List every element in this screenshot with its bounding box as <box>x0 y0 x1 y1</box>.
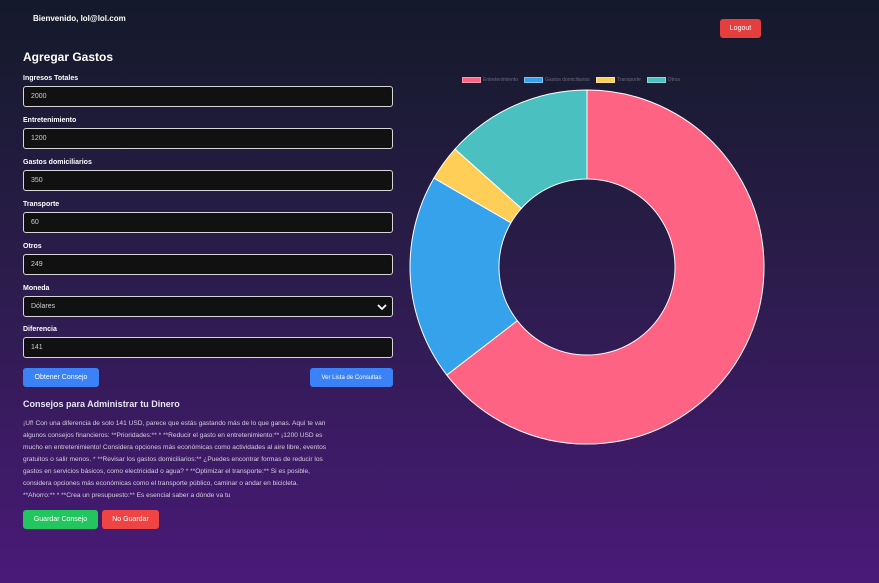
legend-item[interactable]: Entretenimiento <box>462 77 518 83</box>
field-label-others: Otros <box>23 243 42 250</box>
field-label-currency: Moneda <box>23 285 50 292</box>
household-input[interactable]: 350 <box>23 170 393 191</box>
page-title: Agregar Gastos <box>23 50 114 64</box>
field-label-difference: Diferencia <box>23 326 57 333</box>
advice-line: algunos consejos financieros: **Priorida… <box>23 432 323 439</box>
advice-line: mucho en entretenimiento! Considera opci… <box>23 444 327 451</box>
others-input[interactable]: 249 <box>23 254 393 275</box>
legend-swatch <box>524 77 544 83</box>
save-advice-button[interactable]: Guardar Consejo <box>23 510 98 529</box>
advice-line: considera opciones más económicas como e… <box>23 480 299 487</box>
legend-swatch <box>595 77 615 83</box>
field-label-entertainment: Entretenimiento <box>23 117 77 124</box>
discard-advice-button[interactable]: No Guardar <box>102 510 159 529</box>
legend-label: Transporte <box>616 77 641 83</box>
chart-legend: Entretenimiento Gastos domiciliarios Trans… <box>462 77 680 83</box>
legend-label: Entretenimiento <box>483 77 519 83</box>
field-label-household: Gastos domiciliarios <box>23 159 92 166</box>
advice-line: gastos en servicios básicos, como electr… <box>23 468 310 475</box>
legend-label: Gastos domiciliarios <box>545 77 590 83</box>
transport-input[interactable]: 60 <box>23 212 393 233</box>
advice-text: ¡Uf! Con una diferencia de solo 141 USD,… <box>23 418 385 502</box>
logout-button[interactable]: Logout <box>720 19 761 38</box>
legend-item[interactable]: Gastos domiciliarios <box>524 77 590 83</box>
legend-swatch <box>462 77 481 83</box>
total-income-input[interactable]: 2000 <box>23 86 393 107</box>
advice-title: Consejos para Administrar tu Dinero <box>23 399 180 409</box>
chevron-down-icon <box>377 304 387 310</box>
legend-label: Otros <box>667 77 681 83</box>
advice-line: **Ahorro:** * **Crea un presupuesto:** E… <box>23 492 231 499</box>
difference-input[interactable]: 141 <box>23 337 393 358</box>
view-list-button[interactable]: Ver Lista de Consultas <box>310 368 393 387</box>
field-label-transport: Transporte <box>23 201 60 208</box>
entertainment-input[interactable]: 1200 <box>23 128 393 149</box>
field-label-total-income: Ingresos Totales <box>23 75 79 82</box>
expenses-doughnut-chart <box>409 89 765 445</box>
legend-item[interactable]: Otros <box>646 77 681 83</box>
welcome-text: Bienvenido, lol@lol.com <box>33 14 126 23</box>
legend-item[interactable]: Transporte <box>595 77 641 83</box>
legend-swatch <box>646 77 666 83</box>
currency-select-value: Dólares <box>31 303 56 310</box>
get-advice-button[interactable]: Obtener Consejo <box>23 368 99 387</box>
currency-select[interactable]: Dólares <box>23 296 393 317</box>
advice-line: ¡Uf! Con una diferencia de solo 141 USD,… <box>23 420 326 427</box>
advice-line: gratuitos o salir menos. * **Revisar los… <box>23 456 323 463</box>
